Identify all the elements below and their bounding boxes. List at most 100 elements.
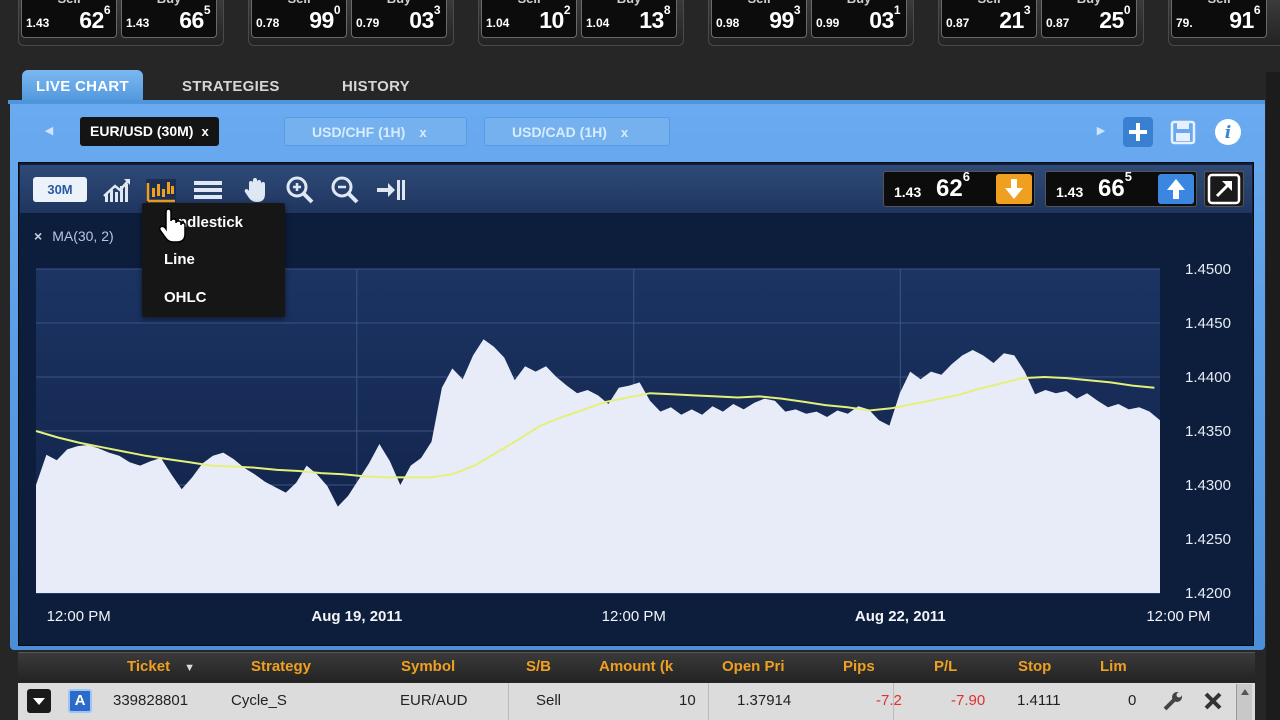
jump-to-end-icon[interactable]: [374, 174, 406, 206]
row-divider: [708, 683, 709, 720]
col-stop[interactable]: Stop: [1018, 658, 1051, 675]
buy-price-box[interactable]: 1.43 665: [1045, 169, 1197, 207]
add-chart-icon[interactable]: [1123, 117, 1153, 147]
chart-tab-usdcad[interactable]: USD/CAD (1H) x: [484, 117, 670, 146]
sell-quote-button[interactable]: Sell 79. 916: [1171, 0, 1267, 38]
x-tick-label: Aug 19, 2011: [311, 608, 402, 625]
y-tick-label: 1.4500: [1185, 261, 1231, 278]
sell-price-small: 0.87: [946, 16, 970, 30]
sell-label: Sell: [252, 0, 346, 6]
col-amount[interactable]: Amount (k: [599, 658, 673, 675]
close-position-icon[interactable]: [1201, 689, 1225, 713]
sell-price-small: 1.04: [486, 16, 510, 30]
chart-tab-label: USD/CHF (1H): [312, 124, 406, 140]
buy-label: Buy: [122, 0, 216, 6]
sell-price-small: 79.: [1176, 16, 1193, 30]
tab-strategies[interactable]: STRATEGIES: [168, 70, 294, 104]
timeframe-button[interactable]: 30M: [33, 177, 87, 202]
y-tick-label: 1.4400: [1185, 369, 1231, 386]
sell-price-big: 626: [936, 169, 970, 202]
buy-price-big: 031: [869, 3, 900, 33]
trend-icon[interactable]: [101, 174, 133, 206]
tab-history[interactable]: HISTORY: [328, 70, 424, 104]
sell-arrow-icon[interactable]: [996, 174, 1032, 204]
menu-lines-icon[interactable]: [192, 174, 224, 206]
cell-sb: Sell: [536, 692, 562, 709]
x-tick-label: 12:00 PM: [1146, 608, 1210, 625]
col-pips[interactable]: Pips: [843, 658, 875, 675]
close-icon[interactable]: x: [201, 124, 208, 139]
tabs-scroll-right-icon[interactable]: ▶: [1090, 119, 1112, 143]
col-ticket[interactable]: Ticket ▼: [127, 658, 195, 675]
auto-badge[interactable]: A: [68, 689, 92, 713]
col-strategy[interactable]: Strategy: [251, 658, 311, 675]
x-tick-label: Aug 22, 2011: [855, 608, 946, 625]
col-open-price[interactable]: Open Pri: [722, 658, 785, 675]
popout-button[interactable]: [1204, 171, 1244, 207]
col-symbol[interactable]: Symbol: [401, 658, 455, 675]
dropdown-item-ohlc[interactable]: OHLC: [164, 289, 207, 306]
buy-price-big: 665: [1098, 169, 1132, 202]
sort-desc-icon[interactable]: ▼: [184, 662, 195, 674]
col-limit[interactable]: Lim: [1100, 658, 1127, 675]
sell-quote-button[interactable]: Sell 0.98 993: [711, 0, 807, 38]
hand-pan-icon[interactable]: [240, 174, 272, 206]
remove-indicator-icon[interactable]: ×: [34, 228, 42, 244]
cell-symbol: EUR/AUD: [400, 692, 468, 709]
main-tab-bar: LIVE CHART STRATEGIES HISTORY: [8, 68, 1268, 104]
buy-price-small: 0.87: [1046, 16, 1070, 30]
buy-quote-button[interactable]: Buy 0.79 033: [351, 0, 447, 38]
table-scrollbar[interactable]: [1236, 684, 1252, 720]
sell-label: Sell: [482, 0, 576, 6]
chart-tab-eurusd[interactable]: EUR/USD (30M) x: [80, 117, 219, 146]
x-tick-label: 12:00 PM: [602, 608, 666, 625]
sell-label: Sell: [942, 0, 1036, 6]
sell-quote-button[interactable]: Sell 0.87 213: [941, 0, 1037, 38]
buy-quote-button[interactable]: Buy 1.04 138: [581, 0, 677, 38]
sell-quote-button[interactable]: Sell 1.43 626: [21, 0, 117, 38]
cell-strategy: Cycle_S: [231, 692, 287, 709]
zoom-out-icon[interactable]: [329, 174, 361, 206]
sell-price-big: 626: [79, 3, 110, 33]
buy-quote-button[interactable]: Buy 0.99 031: [811, 0, 907, 38]
chart-tab-usdchf[interactable]: USD/CHF (1H) x: [284, 117, 467, 146]
popout-icon: [1207, 173, 1241, 205]
sell-quote-button[interactable]: Sell 0.78 990: [251, 0, 347, 38]
dropdown-item-candlestick[interactable]: ndlestick: [178, 214, 243, 231]
sell-price-small: 1.43: [26, 16, 50, 30]
indicator-name: MA(30, 2): [52, 228, 114, 244]
page-scrollbar[interactable]: [1266, 72, 1280, 720]
row-expand-icon[interactable]: [27, 689, 51, 713]
buy-price-big: 033: [409, 3, 440, 33]
buy-price-big: 665: [179, 3, 210, 33]
sell-quote-button[interactable]: Sell 1.04 102: [481, 0, 577, 38]
cell-limit: 0: [1128, 692, 1137, 709]
col-sb[interactable]: S/B: [526, 658, 551, 675]
chart-tab-label: EUR/USD (30M): [90, 123, 194, 139]
chart-type-icon[interactable]: [145, 174, 177, 206]
sell-price-box[interactable]: 1.43 626: [883, 169, 1035, 207]
cell-open-price: 1.37914: [737, 692, 792, 709]
sell-price-big: 990: [309, 3, 340, 33]
save-icon[interactable]: [1168, 117, 1198, 147]
close-icon[interactable]: x: [621, 125, 628, 140]
buy-quote-button[interactable]: Buy 0.87 250: [1041, 0, 1137, 38]
buy-quote-button[interactable]: Buy 1.43 665: [121, 0, 217, 38]
tab-live-chart[interactable]: LIVE CHART: [22, 70, 143, 104]
sell-label: Sell: [712, 0, 806, 6]
dropdown-item-line[interactable]: Line: [164, 251, 195, 268]
zoom-in-icon[interactable]: [284, 174, 316, 206]
buy-price-small: 0.99: [816, 16, 840, 30]
col-pl[interactable]: P/L: [934, 658, 957, 675]
close-icon[interactable]: x: [419, 125, 426, 140]
buy-label: Buy: [582, 0, 676, 6]
row-divider: [508, 683, 509, 720]
edit-wrench-icon[interactable]: [1161, 689, 1185, 713]
info-icon[interactable]: i: [1213, 117, 1243, 147]
sell-label: Sell: [22, 0, 116, 6]
tabs-scroll-left-icon[interactable]: ◀: [38, 119, 60, 143]
table-row[interactable]: [18, 683, 1255, 720]
buy-arrow-icon[interactable]: [1158, 174, 1194, 204]
buy-label: Buy: [812, 0, 906, 6]
sell-price-big: 213: [999, 3, 1030, 33]
